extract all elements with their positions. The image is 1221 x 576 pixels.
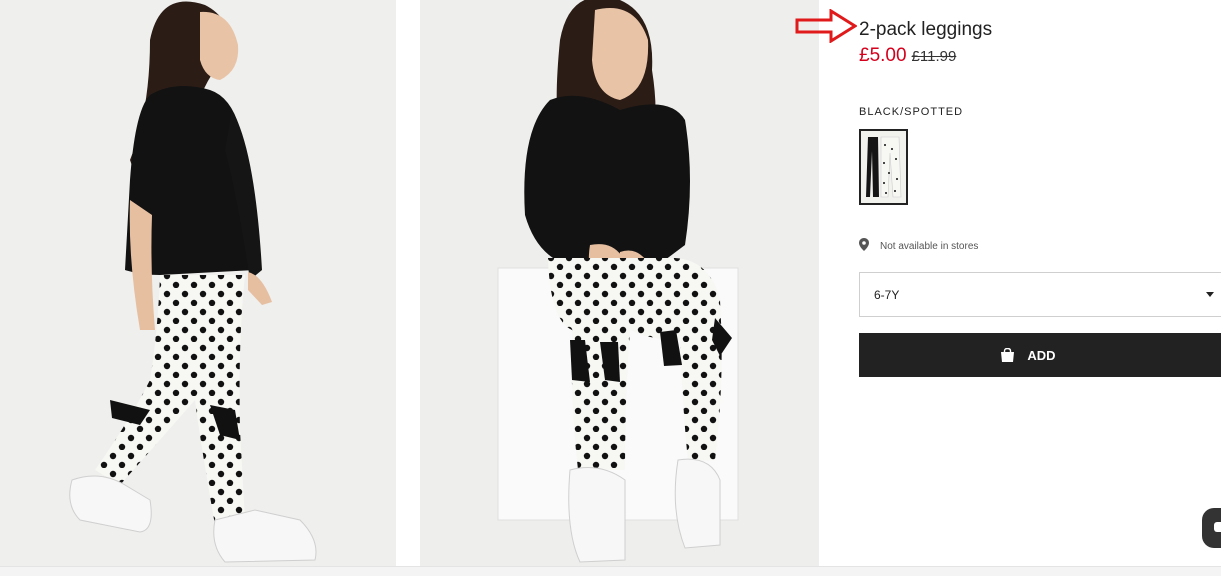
chat-icon <box>1214 522 1221 532</box>
shopping-bag-icon <box>1000 348 1015 362</box>
swatch-thumbnail <box>861 131 906 203</box>
product-image-1[interactable] <box>0 0 396 566</box>
size-select[interactable]: 6-7Y <box>859 272 1221 317</box>
add-to-bag-button[interactable]: ADD <box>859 333 1221 377</box>
size-select-value: 6-7Y <box>874 287 900 302</box>
girl-walking-illustration <box>69 1 317 563</box>
color-swatch-black-spotted[interactable] <box>859 129 908 205</box>
store-availability-text: Not available in stores <box>880 240 979 252</box>
product-price: £5.00 £11.99 <box>859 45 956 67</box>
annotation-arrow-icon <box>795 9 857 43</box>
product-title: 2-pack leggings <box>859 19 993 40</box>
sale-price: £5.00 <box>859 45 907 66</box>
girl-sitting-illustration <box>497 0 739 563</box>
original-price: £11.99 <box>911 48 957 65</box>
store-availability: Not available in stores <box>859 238 978 254</box>
chat-widget-button[interactable] <box>1202 508 1221 548</box>
product-image-2[interactable] <box>420 0 819 566</box>
add-button-label: ADD <box>1027 347 1056 363</box>
chevron-down-icon <box>1206 292 1214 297</box>
location-pin-icon <box>859 238 869 254</box>
color-label: BLACK/SPOTTED <box>859 106 964 118</box>
